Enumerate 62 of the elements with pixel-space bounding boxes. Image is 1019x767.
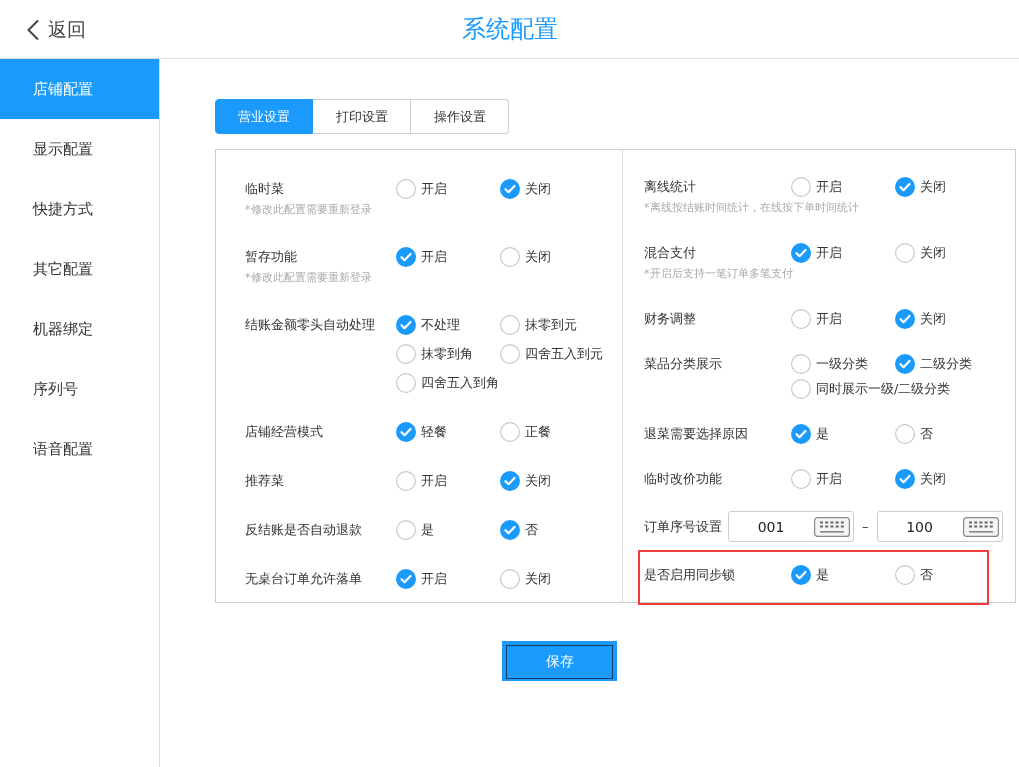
- option-label[interactable]: 关闭: [920, 240, 946, 265]
- setting-label: 是否启用同步锁: [644, 566, 736, 584]
- sidebar-item[interactable]: 其它配置: [0, 239, 159, 299]
- setting-label: 反结账是否自动退款: [245, 521, 363, 539]
- option-label[interactable]: 开启: [816, 306, 842, 331]
- setting-label: 财务调整: [644, 310, 697, 328]
- option-label[interactable]: 否: [920, 421, 933, 446]
- tab[interactable]: 打印设置: [313, 99, 411, 134]
- setting-note: *修改此配置需要重新登录: [245, 202, 373, 218]
- setting-note: *开启后支持一笔订单多笔支付: [644, 266, 794, 282]
- option-label[interactable]: 开启: [421, 244, 447, 269]
- setting-label: 菜品分类展示: [644, 355, 723, 373]
- setting-label: 店铺经营模式: [245, 423, 324, 441]
- option-label[interactable]: 关闭: [920, 306, 946, 331]
- option-label[interactable]: 是: [421, 517, 434, 542]
- option-label[interactable]: 是: [816, 421, 829, 446]
- sidebar-item[interactable]: 语音配置: [0, 419, 159, 479]
- setting-label: 无桌台订单允许落单: [245, 570, 363, 588]
- option-label[interactable]: 抹零到元: [525, 312, 577, 337]
- option-label[interactable]: 开启: [421, 566, 447, 591]
- option-label[interactable]: 不处理: [421, 312, 460, 337]
- setting-label: 订单序号设置: [644, 518, 722, 536]
- option-label[interactable]: 关闭: [525, 566, 551, 591]
- page-title: 系统配置: [461, 14, 558, 45]
- sidebar-item[interactable]: 机器绑定: [0, 299, 159, 359]
- setting-label: 结账金额零头自动处理: [245, 316, 376, 334]
- setting-label: 推荐菜: [245, 472, 285, 490]
- setting-label: 临时菜: [245, 180, 285, 198]
- option-label[interactable]: 轻餐: [421, 419, 447, 444]
- option-label[interactable]: 否: [920, 562, 933, 587]
- option-label[interactable]: 同时展示一级/二级分类: [816, 376, 951, 401]
- option-label[interactable]: 开启: [816, 240, 842, 265]
- setting-label: 混合支付: [644, 244, 697, 262]
- setting-note: *离线按结账时间统计，在线按下单时间统计: [644, 200, 860, 216]
- tab[interactable]: 操作设置: [411, 99, 509, 134]
- setting-label: 暂存功能: [245, 248, 298, 266]
- range-separator: –: [862, 519, 869, 534]
- setting-label: 离线统计: [644, 178, 697, 196]
- option-label[interactable]: 关闭: [525, 468, 551, 493]
- sidebar-item[interactable]: 快捷方式: [0, 179, 159, 239]
- option-label[interactable]: 否: [525, 517, 538, 542]
- option-label[interactable]: 关闭: [525, 176, 551, 201]
- sidebar-item[interactable]: 序列号: [0, 359, 159, 419]
- option-label[interactable]: 开启: [816, 174, 842, 199]
- option-label[interactable]: 关闭: [920, 466, 946, 491]
- option-label[interactable]: 开启: [421, 468, 447, 493]
- setting-label: 退菜需要选择原因: [644, 425, 749, 443]
- option-label[interactable]: 二级分类: [920, 351, 972, 376]
- sidebar-item[interactable]: 显示配置: [0, 119, 159, 179]
- option-label[interactable]: 关闭: [920, 174, 946, 199]
- option-label[interactable]: 开启: [421, 176, 447, 201]
- back-button[interactable]: 返回: [24, 15, 88, 45]
- option-label[interactable]: 是: [816, 562, 829, 587]
- setting-note: *修改此配置需要重新登录: [245, 270, 373, 286]
- option-label[interactable]: 开启: [816, 466, 842, 491]
- option-label[interactable]: 一级分类: [816, 351, 868, 376]
- option-label[interactable]: 关闭: [525, 244, 551, 269]
- option-label[interactable]: 抹零到角: [421, 341, 473, 366]
- option-label[interactable]: 四舍五入到元: [525, 341, 603, 366]
- setting-label: 临时改价功能: [644, 470, 723, 488]
- option-label[interactable]: 正餐: [525, 419, 551, 444]
- option-label[interactable]: 四舍五入到角: [421, 370, 499, 395]
